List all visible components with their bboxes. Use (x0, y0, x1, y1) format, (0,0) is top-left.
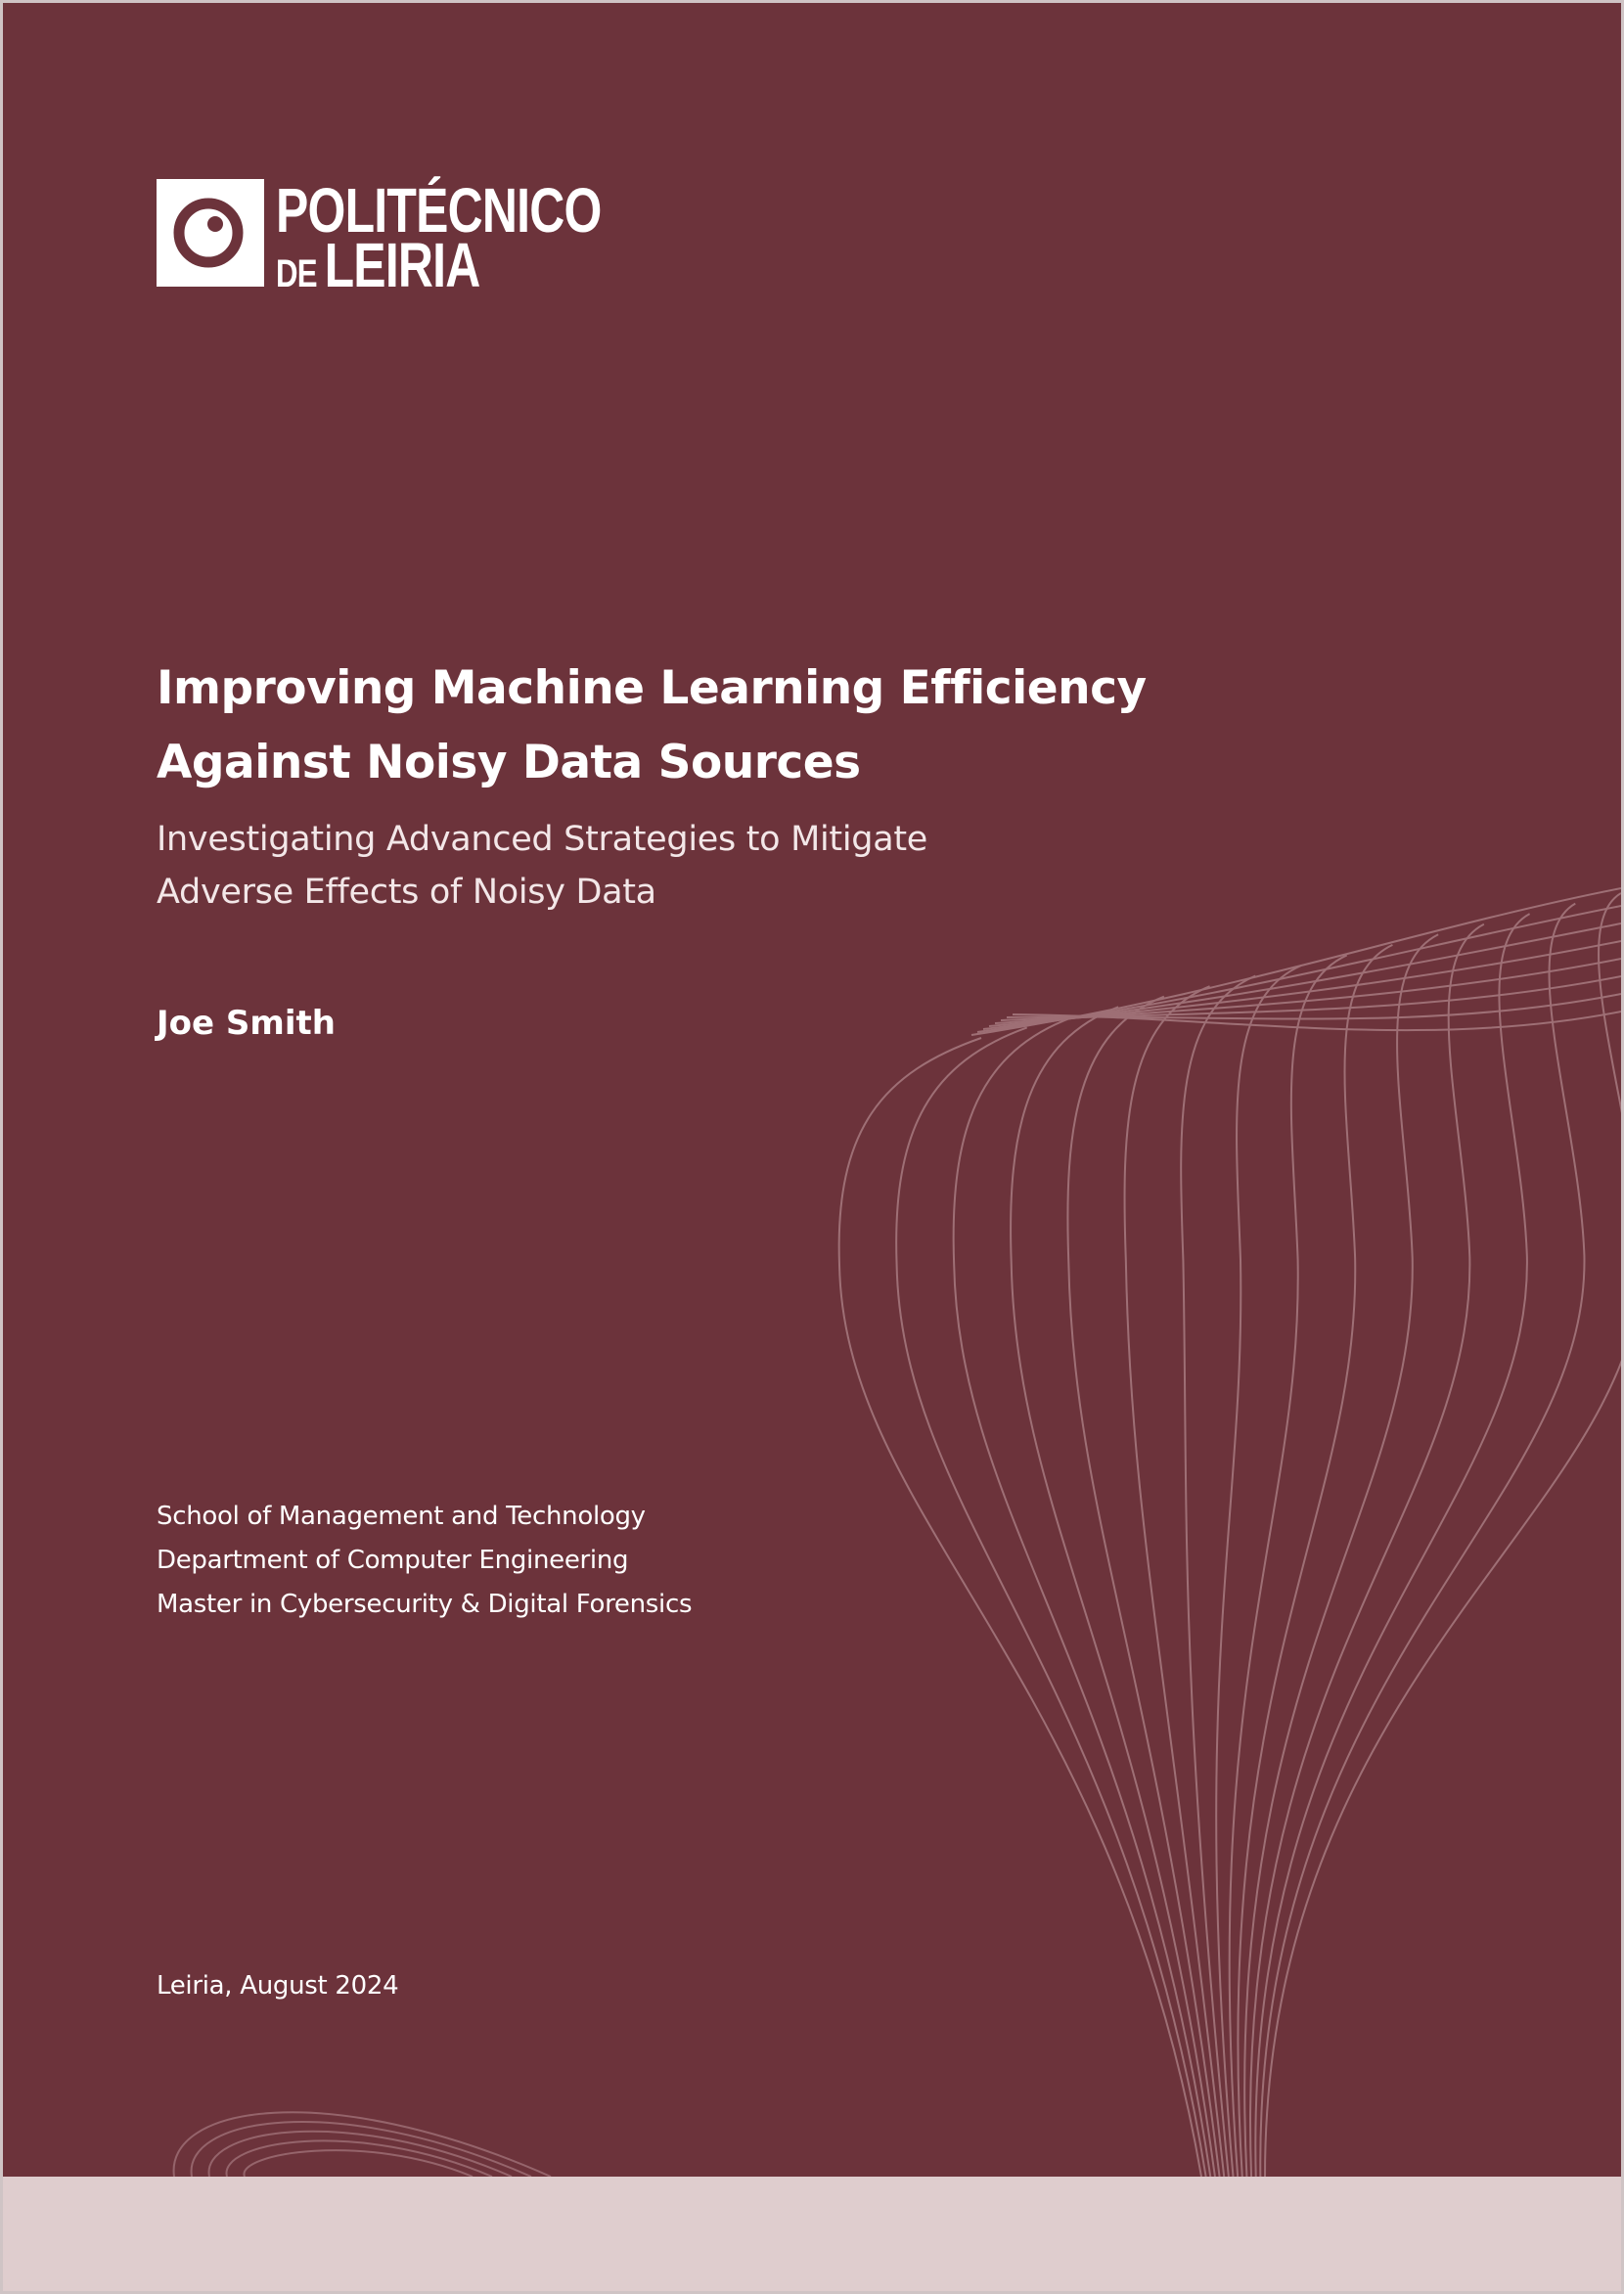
institution-logo: POLITÉCNICO DE LEIRIA (157, 179, 693, 296)
institution-name-line1: POLITÉCNICO (276, 175, 602, 246)
department-name: Department of Computer Engineering (157, 1546, 629, 1575)
thesis-title-line: Against Noisy Data Sources (157, 736, 861, 789)
institution-name-city: LEIRIA (324, 230, 481, 300)
wave-loop-line (172, 2111, 552, 2177)
wave-mesh-line (976, 905, 1621, 1033)
wave-line (1264, 892, 1621, 2177)
wave-line (1254, 913, 1531, 2177)
thesis-subtitle-line: Investigating Advanced Strategies to Mit… (157, 820, 927, 859)
wave-line (952, 1015, 1212, 2177)
wave-mesh-line (982, 922, 1621, 1030)
thesis-title: Improving Machine Learning Efficiency Ag… (157, 652, 1233, 800)
wireframe-wave-graphic (172, 887, 1621, 2177)
wave-line (837, 1037, 1202, 2177)
thesis-subtitle: Investigating Advanced Strategies to Mit… (157, 813, 1233, 919)
affiliation-block: School of Management and Technology Depa… (157, 1495, 693, 1627)
wave-line (1249, 922, 1485, 2177)
circle-eye-icon (157, 179, 264, 287)
author-name: Joe Smith (157, 1004, 336, 1043)
wave-loop-line (243, 2149, 474, 2177)
school-name: School of Management and Technology (157, 1502, 646, 1531)
wave-loop-line (207, 2130, 513, 2177)
wave-line (895, 1026, 1207, 2177)
programme-name: Master in Cybersecurity & Digital Forens… (157, 1590, 693, 1619)
thesis-subtitle-line: Adverse Effects of Noisy Data (157, 873, 656, 912)
institution-name-prefix: DE (276, 252, 318, 295)
wave-line (1180, 974, 1256, 2177)
place-and-date: Leiria, August 2024 (157, 1971, 399, 2001)
footer-band (3, 2177, 1621, 2291)
institution-wordmark: POLITÉCNICO DE LEIRIA (276, 179, 602, 296)
wave-line (1123, 985, 1226, 2177)
wave-line (1066, 995, 1221, 2177)
wave-line (1243, 933, 1439, 2177)
wave-line (1237, 943, 1393, 2177)
thesis-title-line: Improving Machine Learning Efficiency (157, 661, 1147, 715)
cover-page: POLITÉCNICO DE LEIRIA Improving Machine L… (3, 3, 1621, 2291)
